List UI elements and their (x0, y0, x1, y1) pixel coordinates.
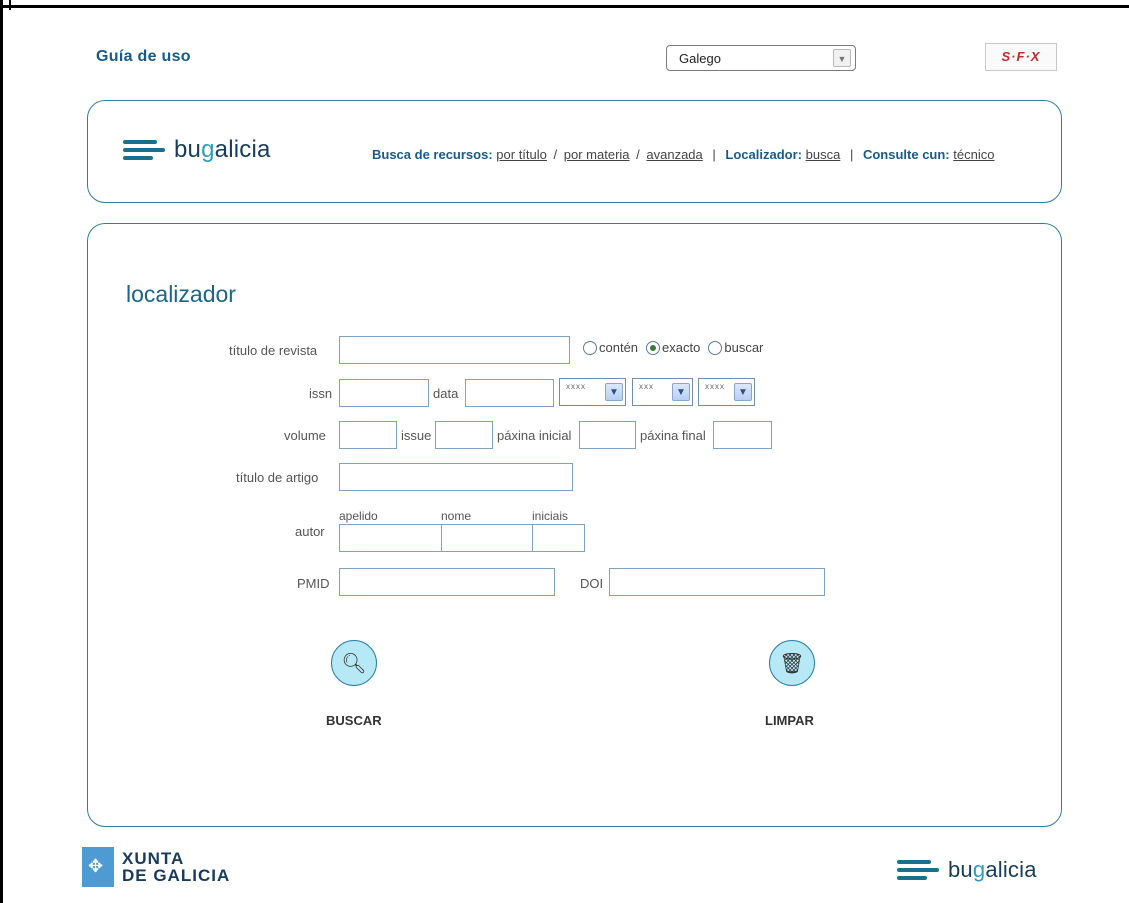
bugalicia-waves-icon (897, 859, 939, 881)
window-corner-border (0, 0, 11, 10)
locator-search-link[interactable]: busca (806, 147, 841, 162)
pmid-input[interactable] (339, 568, 555, 596)
radio-contains[interactable]: contén (583, 340, 638, 355)
resource-nav: Busca de recursos: por título / por mate… (372, 147, 995, 162)
search-by-title-link[interactable]: por título (496, 147, 547, 162)
article-title-label: título de artigo (236, 470, 319, 485)
doi-input[interactable] (609, 568, 825, 596)
initials-label: iniciais (532, 509, 569, 523)
bugalicia-wordmark: bugalicia (174, 136, 271, 163)
chevron-down-icon[interactable]: ▼ (605, 383, 623, 401)
language-select-value: Galego (679, 51, 721, 66)
usage-guide-link[interactable]: Guía de uso (96, 48, 191, 66)
locator-label: Localizador: (725, 147, 802, 162)
bugalicia-wordmark: bugalicia (948, 857, 1037, 882)
pmid-label: PMID (297, 576, 330, 591)
issue-input[interactable] (435, 421, 493, 449)
chevron-down-icon[interactable]: ▼ (734, 383, 752, 401)
doi-label: DOI (580, 576, 604, 591)
resource-search-label: Busca de recursos: (372, 147, 493, 162)
trash-icon: 🗑︎ (779, 652, 805, 675)
search-button-label[interactable]: BUSCAR (326, 713, 382, 728)
volume-input[interactable] (339, 421, 397, 449)
article-title-input[interactable] (339, 463, 573, 491)
bugalicia-waves-icon (123, 139, 165, 161)
author-initials-input[interactable] (532, 524, 585, 552)
end-page-input[interactable] (713, 421, 772, 449)
chevron-down-icon[interactable]: ▼ (833, 49, 851, 67)
date-label: data (433, 386, 459, 401)
date-input[interactable] (465, 379, 554, 407)
clear-button[interactable]: 🗑︎ (769, 640, 815, 686)
page-title: localizador (126, 281, 236, 307)
date-day-select[interactable]: xxxx ▼ (698, 378, 755, 406)
issn-label: issn (309, 386, 333, 401)
author-name-input[interactable] (441, 524, 533, 552)
consult-label: Consulte cun: (862, 147, 950, 162)
author-label: autor (295, 524, 325, 539)
footer-bugalicia-logo[interactable]: bugalicia (897, 857, 1037, 883)
journal-title-label: título de revista (229, 343, 318, 358)
language-select[interactable]: Galego ▼ (666, 45, 856, 71)
sfx-logo[interactable]: S·F·X (985, 43, 1057, 71)
window-top-border (0, 0, 1129, 8)
author-surname-input[interactable] (339, 524, 442, 552)
surname-label: apelido (339, 509, 378, 523)
xunta-wordmark: XUNTA DE GALICIA (122, 849, 231, 885)
search-by-subject-link[interactable]: por materia (564, 147, 630, 162)
sfx-logo-text: S·F·X (1001, 49, 1041, 64)
window-left-border (0, 0, 3, 903)
date-month-select[interactable]: xxx ▼ (632, 378, 693, 406)
xunta-flag-icon (82, 847, 114, 887)
xunta-de-galicia-logo[interactable]: XUNTA DE GALICIA (82, 847, 230, 887)
volume-label: volume (284, 428, 326, 443)
radio-exact[interactable]: exacto (646, 340, 700, 355)
start-page-label: páxina inicial (497, 428, 572, 443)
radio-search[interactable]: buscar (708, 340, 763, 355)
journal-title-input[interactable] (339, 336, 570, 364)
technician-link[interactable]: técnico (953, 147, 994, 162)
clear-button-label[interactable]: LIMPAR (765, 713, 814, 728)
issn-input[interactable] (339, 379, 429, 407)
chevron-down-icon[interactable]: ▼ (672, 383, 690, 401)
date-year-select[interactable]: xxxx ▼ (559, 378, 626, 406)
advanced-search-link[interactable]: avanzada (646, 147, 702, 162)
issue-label: issue (401, 428, 432, 443)
bugalicia-logo[interactable]: bugalicia (123, 136, 271, 164)
match-type-radio-group: contén exacto buscar (583, 340, 771, 355)
magnifier-icon: 🔍︎ (341, 652, 367, 675)
name-label: nome (441, 509, 472, 523)
start-page-input[interactable] (579, 421, 636, 449)
end-page-label: páxina final (640, 428, 706, 443)
search-button[interactable]: 🔍︎ (331, 640, 377, 686)
